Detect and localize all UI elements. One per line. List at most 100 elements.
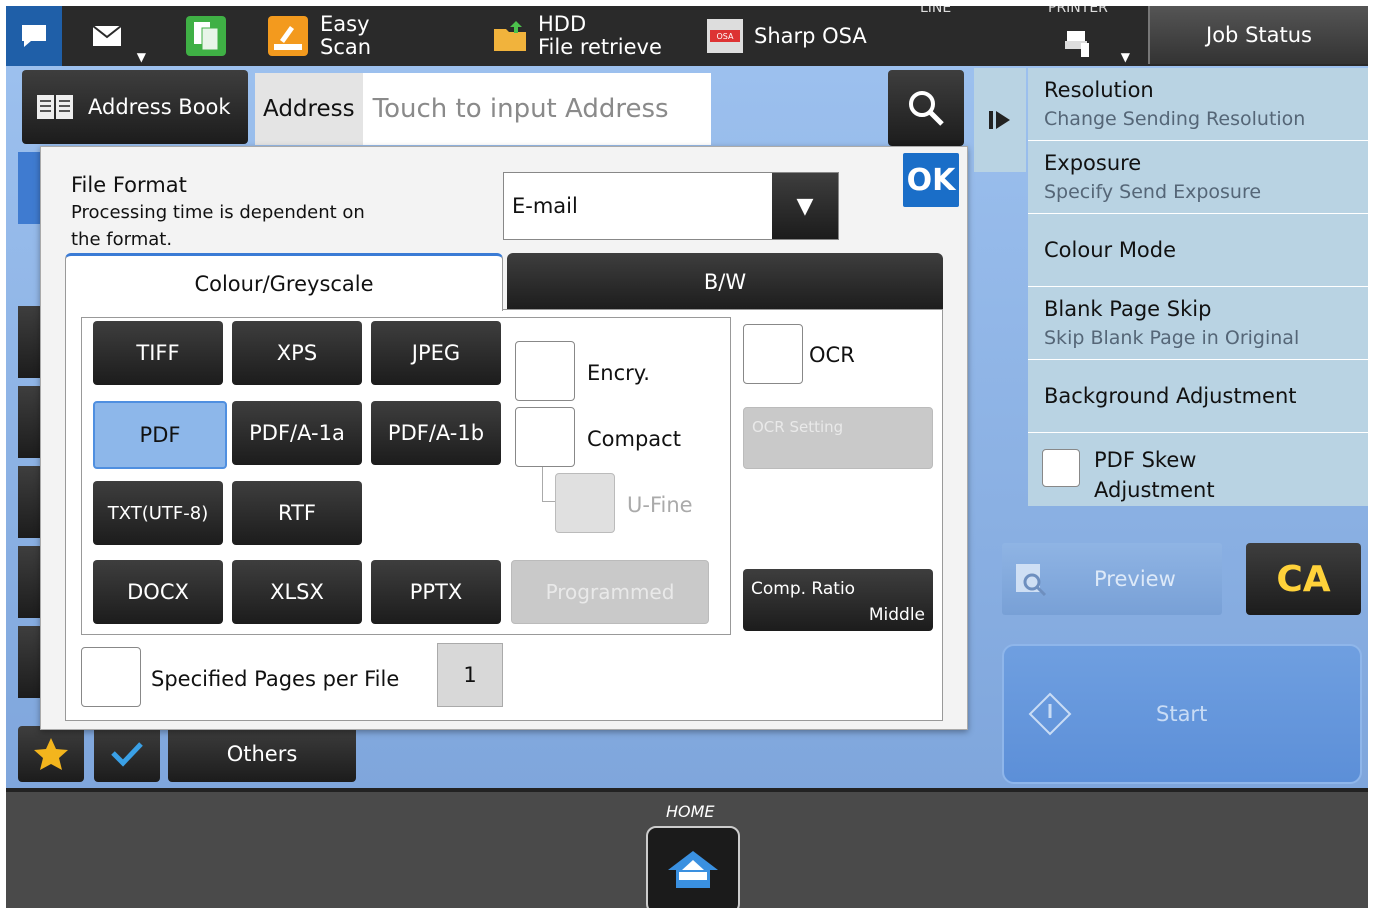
panel-collapse-button[interactable] bbox=[974, 68, 1026, 172]
right-settings-menu: Resolution Change Sending Resolution Exp… bbox=[1028, 68, 1368, 506]
compact-label: Compact bbox=[587, 427, 681, 451]
format-jpeg-button[interactable]: JPEG bbox=[371, 321, 501, 385]
format-xps-button[interactable]: XPS bbox=[232, 321, 362, 385]
left-tab-5[interactable] bbox=[18, 546, 40, 618]
ok-button[interactable]: OK bbox=[903, 153, 959, 207]
copy-icon bbox=[186, 16, 226, 56]
format-pdfa1a-button[interactable]: PDF/A-1a bbox=[232, 401, 362, 465]
format-pdf-button[interactable]: PDF bbox=[93, 401, 227, 469]
svg-text:OSA: OSA bbox=[717, 32, 735, 41]
programmed-button[interactable]: Programmed bbox=[511, 560, 709, 624]
start-icon bbox=[1028, 692, 1072, 736]
folder-icon bbox=[494, 21, 526, 51]
address-field-label: Address bbox=[255, 73, 363, 145]
destination-type-select[interactable]: E-mail ▼ bbox=[503, 172, 839, 240]
collapse-arrow-icon bbox=[989, 111, 1010, 129]
pdf-skew-item[interactable]: PDF Skew Adjustment bbox=[1028, 433, 1368, 506]
resolution-item[interactable]: Resolution Change Sending Resolution bbox=[1028, 68, 1368, 141]
clear-all-button[interactable]: CA bbox=[1246, 543, 1361, 615]
easy-scan-button[interactable]: Easy Scan bbox=[262, 6, 472, 66]
format-tiff-button[interactable]: TIFF bbox=[93, 321, 223, 385]
sharp-osa-icon: OSA bbox=[707, 19, 743, 53]
home-label: HOME bbox=[666, 802, 715, 821]
printer-button[interactable]: PRINTER ▼ bbox=[1018, 6, 1138, 66]
search-button[interactable] bbox=[888, 70, 964, 146]
easy-scan-label-2: Scan bbox=[320, 35, 372, 59]
resolution-subtitle: Change Sending Resolution bbox=[1044, 108, 1306, 130]
file-format-dialog: OK File Format Processing time is depend… bbox=[40, 146, 968, 730]
pdf-skew-checkbox[interactable] bbox=[1042, 449, 1080, 487]
ufine-checkbox[interactable] bbox=[555, 473, 615, 533]
others-button[interactable]: Others bbox=[168, 726, 356, 782]
left-tab-2[interactable] bbox=[18, 306, 40, 378]
chat-icon bbox=[22, 25, 46, 47]
top-bar: ▼ Easy Scan HDD File retrieve OSA Sharp … bbox=[6, 6, 1368, 66]
message-button[interactable] bbox=[6, 6, 62, 66]
blank-page-skip-title: Blank Page Skip bbox=[1044, 297, 1212, 321]
specified-pages-checkbox[interactable] bbox=[81, 647, 141, 707]
home-button[interactable] bbox=[646, 826, 740, 908]
line-indicator: LINE bbox=[920, 6, 1010, 66]
address-placeholder: Touch to input Address bbox=[372, 94, 669, 124]
colour-mode-item[interactable]: Colour Mode bbox=[1028, 214, 1368, 287]
mail-button[interactable]: ▼ bbox=[62, 6, 152, 66]
left-tab-3[interactable] bbox=[18, 386, 40, 458]
comp-ratio-label: Comp. Ratio bbox=[751, 579, 856, 599]
search-icon bbox=[909, 91, 944, 126]
tab-colour-greyscale[interactable]: Colour/Greyscale bbox=[65, 253, 503, 311]
left-tab-6[interactable] bbox=[18, 626, 40, 698]
format-rtf-button[interactable]: RTF bbox=[232, 481, 362, 545]
address-input[interactable]: Address Touch to input Address bbox=[255, 73, 711, 145]
colour-mode-title: Colour Mode bbox=[1044, 238, 1177, 262]
start-label: Start bbox=[1156, 702, 1208, 726]
job-status-button[interactable]: Job Status bbox=[1148, 6, 1368, 64]
ocr-setting-button[interactable]: OCR Setting bbox=[743, 407, 933, 469]
format-txt-button[interactable]: TXT(UTF-8) bbox=[93, 481, 223, 545]
address-book-icon bbox=[37, 95, 73, 119]
blank-page-skip-subtitle: Skip Blank Page in Original bbox=[1044, 327, 1300, 349]
screen-frame: ▼ Easy Scan HDD File retrieve OSA Sharp … bbox=[6, 6, 1368, 908]
format-xlsx-button[interactable]: XLSX bbox=[232, 560, 362, 624]
confirm-button[interactable] bbox=[94, 726, 160, 782]
resolution-title: Resolution bbox=[1044, 78, 1154, 102]
hdd-label-1: HDD bbox=[538, 12, 587, 36]
start-button[interactable]: Start bbox=[1002, 644, 1362, 784]
address-book-label: Address Book bbox=[88, 95, 231, 119]
select-arrow-icon[interactable]: ▼ bbox=[772, 173, 838, 239]
preview-button[interactable]: Preview bbox=[1002, 543, 1222, 615]
tab-bw[interactable]: B/W bbox=[507, 253, 943, 311]
encry-label: Encry. bbox=[587, 361, 650, 385]
exposure-item[interactable]: Exposure Specify Send Exposure bbox=[1028, 141, 1368, 214]
hdd-file-retrieve-button[interactable]: HDD File retrieve bbox=[492, 6, 692, 66]
ocr-checkbox[interactable] bbox=[743, 324, 803, 384]
pdf-skew-label-2: Adjustment bbox=[1094, 478, 1215, 502]
preview-label: Preview bbox=[1094, 567, 1176, 591]
format-pdfa1b-button[interactable]: PDF/A-1b bbox=[371, 401, 501, 465]
sharp-osa-button[interactable]: OSA Sharp OSA bbox=[706, 6, 906, 66]
blank-page-skip-item[interactable]: Blank Page Skip Skip Blank Page in Origi… bbox=[1028, 287, 1368, 360]
pages-per-file-input[interactable]: 1 bbox=[437, 643, 503, 707]
left-tab-1[interactable] bbox=[18, 152, 40, 224]
left-tab-4[interactable] bbox=[18, 466, 40, 538]
comp-ratio-button[interactable]: Comp. Ratio Middle bbox=[743, 569, 933, 631]
file-format-note: Processing time is dependent on the form… bbox=[71, 202, 365, 250]
background-adjustment-item[interactable]: Background Adjustment bbox=[1028, 360, 1368, 433]
line-label: LINE bbox=[920, 6, 952, 16]
copy-button[interactable] bbox=[166, 6, 246, 66]
encry-checkbox[interactable] bbox=[515, 341, 575, 401]
format-docx-button[interactable]: DOCX bbox=[93, 560, 223, 624]
favorite-button[interactable] bbox=[18, 726, 84, 782]
printer-dropdown-icon: ▼ bbox=[1120, 50, 1130, 64]
format-pptx-button[interactable]: PPTX bbox=[371, 560, 501, 624]
sharp-osa-label: Sharp OSA bbox=[754, 23, 867, 48]
destination-type-value: E-mail bbox=[512, 194, 578, 218]
hdd-label-2: File retrieve bbox=[538, 35, 662, 59]
ocr-label: OCR bbox=[809, 343, 855, 367]
specified-pages-label: Specified Pages per File bbox=[151, 667, 400, 691]
compact-checkbox[interactable] bbox=[515, 407, 575, 467]
exposure-subtitle: Specify Send Exposure bbox=[1044, 181, 1262, 203]
dropdown-arrow-icon: ▼ bbox=[136, 50, 146, 64]
checkmark-icon bbox=[111, 742, 143, 767]
address-book-button[interactable]: Address Book bbox=[22, 70, 248, 144]
pdf-skew-label-1: PDF Skew bbox=[1094, 448, 1197, 472]
